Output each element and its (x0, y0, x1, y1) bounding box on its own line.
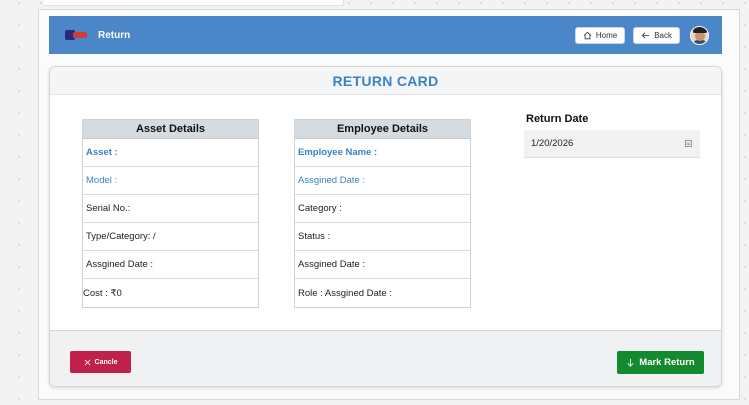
mark-return-button[interactable]: Mark Return (617, 351, 704, 374)
serial-no-row: Serial No.: (83, 195, 258, 223)
calendar-icon[interactable] (684, 139, 693, 148)
employee-details-table: Employee Details Employee Name : Assgine… (294, 119, 471, 308)
card-title: RETURN CARD (332, 72, 439, 89)
cancel-button[interactable]: Cancle (70, 351, 131, 373)
return-date-label: Return Date (526, 113, 589, 125)
back-button[interactable]: Back (633, 26, 680, 44)
status-row: Status : (295, 223, 470, 251)
asset-details-heading: Asset Details (83, 120, 258, 139)
type-category-row: Type/Category: / (83, 223, 258, 251)
employee-name-row: Employee Name : (295, 139, 470, 167)
close-icon (84, 359, 90, 365)
return-card: RETURN CARD Asset Details Asset : Model … (49, 66, 722, 387)
arrow-down-icon (627, 358, 634, 367)
asset-details-table: Asset Details Asset : Model : Serial No.… (82, 119, 259, 308)
model-row: Model : (83, 167, 258, 195)
app-header: Return Home Back (49, 16, 722, 54)
employee-assigned-date-row-2: Assgined Date : (295, 251, 470, 279)
return-date-value: 1/20/2026 (531, 138, 574, 149)
home-button[interactable]: Home (574, 26, 626, 44)
asset-row: Asset : (83, 139, 258, 167)
assigned-date-row: Assgined Date : (83, 251, 258, 279)
page-title: Return (98, 29, 131, 41)
cost-row: Cost : ₹0 (83, 287, 122, 299)
top-strip (44, 0, 344, 6)
role-row: Role : Assgined Date : (298, 287, 392, 299)
home-button-label: Home (595, 30, 618, 40)
back-button-label: Back (654, 30, 672, 40)
card-footer: Cancle Mark Return (50, 330, 721, 386)
cancel-button-label: Cancle (94, 358, 118, 366)
mark-return-button-label: Mark Return (639, 357, 695, 368)
arrow-left-icon (641, 32, 650, 38)
employee-assigned-date-row: Assgined Date : (295, 167, 470, 195)
card-header: RETURN CARD (50, 67, 721, 95)
return-date-input[interactable]: 1/20/2026 (524, 130, 700, 158)
category-row: Category : (295, 195, 470, 223)
employee-details-heading: Employee Details (295, 120, 470, 139)
user-avatar[interactable] (690, 25, 709, 45)
home-icon (583, 31, 592, 39)
app-logo-icon (65, 28, 89, 42)
